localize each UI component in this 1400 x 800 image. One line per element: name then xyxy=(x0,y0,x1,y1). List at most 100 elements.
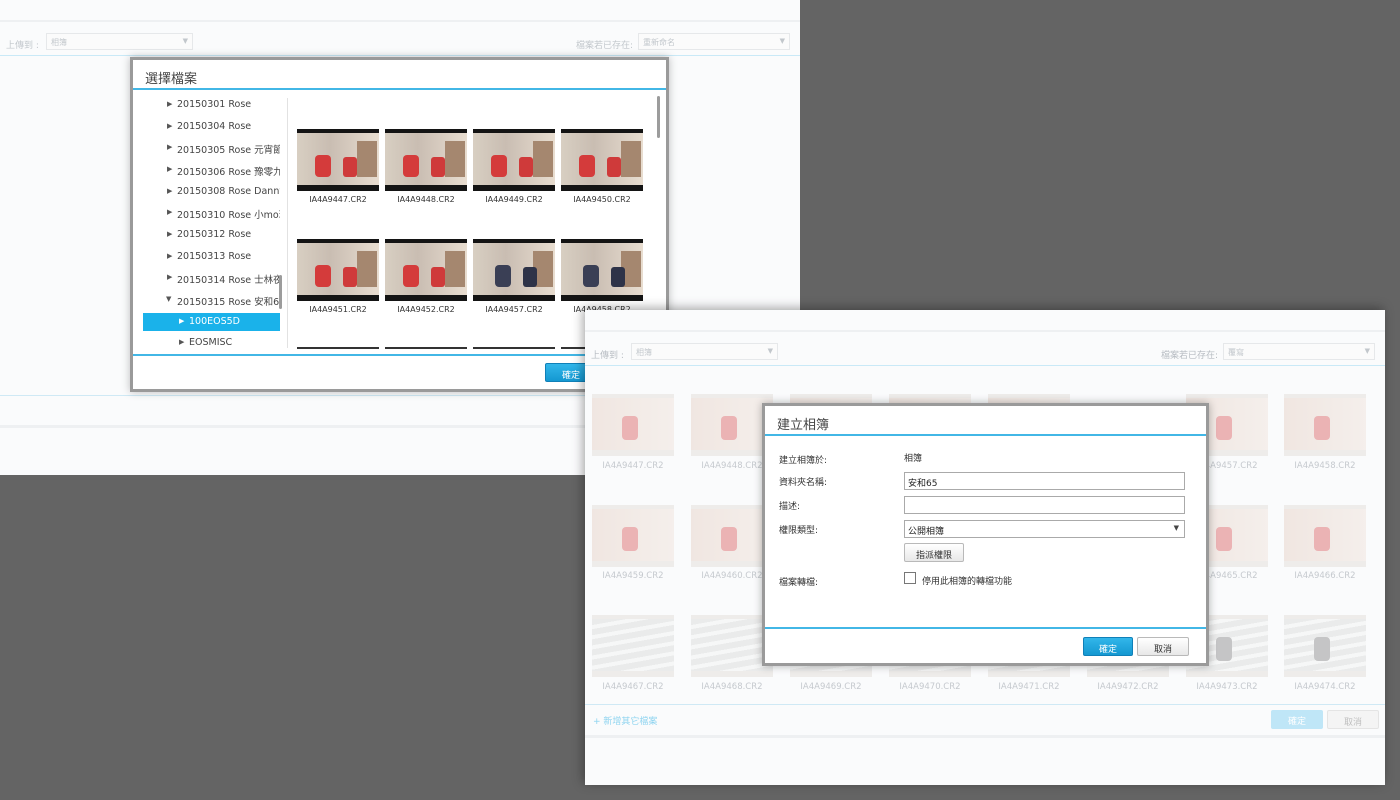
upload-options-row: 上傳到 : 相簿 ▼ 檔案若已存在: 覆寫 ▼ xyxy=(585,340,1385,366)
file-thumbnail[interactable] xyxy=(592,615,674,677)
chevron-down-icon: ▼ xyxy=(779,37,785,45)
folder-item[interactable]: ▶ 20150312 Rose xyxy=(137,226,280,244)
upload-to-select[interactable]: 相簿 ▼ xyxy=(631,343,778,360)
file-thumbnail[interactable] xyxy=(385,239,467,301)
file-thumbnail[interactable] xyxy=(592,394,674,456)
assign-permission-button[interactable]: 指派權限 xyxy=(904,543,964,562)
file-name: IA4A9469.CR2 xyxy=(800,682,862,692)
permission-type-select[interactable]: 公開相簿 ▼ xyxy=(904,520,1185,538)
folder-label: 100EOS5D xyxy=(189,316,241,327)
file-thumbnail-partial[interactable] xyxy=(297,347,379,349)
folder-label: 20150301 Rose xyxy=(177,99,252,110)
description-label: 描述: xyxy=(779,502,801,512)
add-other-files-link[interactable]: + 新增其它檔案 xyxy=(593,714,657,727)
cancel-button[interactable]: 取消 xyxy=(1137,637,1189,656)
divider xyxy=(287,98,288,348)
upload-to-label: 上傳到 : xyxy=(591,351,624,361)
file-thumbnail[interactable] xyxy=(592,505,674,567)
file-thumbnail-partial[interactable] xyxy=(473,347,555,349)
file-name: IA4A9468.CR2 xyxy=(701,682,763,692)
file-thumbnail[interactable] xyxy=(385,129,467,191)
upload-to-select[interactable]: 相簿 ▼ xyxy=(46,33,193,50)
file-name: IA4A9470.CR2 xyxy=(899,682,961,692)
file-name: IA4A9448.CR2 xyxy=(397,195,455,204)
caret-right-icon[interactable]: ▶ xyxy=(167,187,172,195)
ok-button[interactable]: 確定 xyxy=(1271,710,1323,729)
file-thumbnail[interactable] xyxy=(473,129,555,191)
folder-item-expanded[interactable]: ▼ 20150315 Rose 安和65 xyxy=(137,291,280,309)
folder-label: 20150310 Rose 小mo玩 xyxy=(177,210,280,221)
folder-label: 20150305 Rose 元宵節 xyxy=(177,145,280,156)
file-thumbnail[interactable] xyxy=(691,394,773,456)
file-thumbnail[interactable] xyxy=(561,129,643,191)
file-thumbnail-partial[interactable] xyxy=(385,347,467,349)
caret-right-icon[interactable]: ▶ xyxy=(167,252,172,260)
if-exists-select[interactable]: 重新命名 ▼ xyxy=(638,33,790,50)
caret-right-icon[interactable]: ▶ xyxy=(167,143,172,151)
ok-button[interactable]: 確定 xyxy=(1083,637,1133,656)
caret-down-icon[interactable]: ▼ xyxy=(166,295,171,303)
file-name: IA4A9472.CR2 xyxy=(1097,682,1159,692)
folder-item[interactable]: ▶ 20150313 Rose xyxy=(137,248,280,266)
file-thumbnail[interactable] xyxy=(561,239,643,301)
file-thumbnail[interactable] xyxy=(1284,505,1366,567)
folder-item[interactable]: ▶ 20150305 Rose 元宵節 xyxy=(137,139,280,157)
caret-right-icon[interactable]: ▶ xyxy=(179,317,184,325)
dialog-title: 建立相簿 xyxy=(765,406,1206,436)
file-name: IA4A9471.CR2 xyxy=(998,682,1060,692)
if-exists-value: 覆寫 xyxy=(1228,348,1244,357)
folder-item[interactable]: ▶ 20150304 Rose xyxy=(137,118,280,136)
folder-item-selected[interactable]: ▶ 100EOS5D xyxy=(143,313,280,331)
caret-right-icon[interactable]: ▶ xyxy=(167,208,172,216)
folder-item[interactable]: ▶ 20150310 Rose 小mo玩 xyxy=(137,204,280,222)
folder-item[interactable]: ▶ 20150306 Rose 豫零九 xyxy=(137,161,280,179)
if-exists-select[interactable]: 覆寫 ▼ xyxy=(1223,343,1375,360)
chevron-down-icon: ▼ xyxy=(1173,524,1179,532)
permission-type-label: 權限類型: xyxy=(779,526,819,536)
folder-name-label: 資料夾名稱: xyxy=(779,478,828,488)
folder-label: 20150315 Rose 安和65 xyxy=(177,297,280,308)
grid-scrollbar[interactable] xyxy=(657,96,660,138)
description-input[interactable] xyxy=(904,496,1185,514)
caret-right-icon[interactable]: ▶ xyxy=(167,122,172,130)
upload-to-label: 上傳到 : xyxy=(6,41,39,51)
file-name: IA4A9474.CR2 xyxy=(1294,682,1356,692)
file-conversion-label: 檔案轉檔: xyxy=(779,578,819,588)
create-in-label: 建立相簿於: xyxy=(779,456,828,466)
caret-right-icon[interactable]: ▶ xyxy=(167,165,172,173)
folder-item[interactable]: ▶ EOSMISC xyxy=(137,334,280,351)
file-thumbnail[interactable] xyxy=(1284,615,1366,677)
permission-type-value: 公開相簿 xyxy=(908,527,945,537)
folder-item[interactable]: ▶ 20150314 Rose 士林夜 xyxy=(137,269,280,287)
caret-right-icon[interactable]: ▶ xyxy=(167,100,172,108)
file-thumbnail[interactable] xyxy=(473,239,555,301)
caret-right-icon[interactable]: ▶ xyxy=(167,230,172,238)
file-name: IA4A9459.CR2 xyxy=(602,571,664,581)
folder-label: 20150313 Rose xyxy=(177,251,252,262)
file-thumbnail[interactable] xyxy=(691,505,773,567)
folder-name-input[interactable]: 安和65 xyxy=(904,472,1185,490)
file-name: IA4A9451.CR2 xyxy=(309,305,367,314)
folder-item[interactable]: ▶ 20150301 Rose xyxy=(137,96,280,114)
file-name: IA4A9460.CR2 xyxy=(701,571,763,581)
caret-right-icon[interactable]: ▶ xyxy=(179,338,184,346)
tree-scrollbar[interactable] xyxy=(279,275,282,309)
divider xyxy=(585,704,1385,705)
cancel-button[interactable]: 取消 xyxy=(1327,710,1379,729)
file-thumbnail[interactable] xyxy=(297,239,379,301)
folder-label: EOSMISC xyxy=(189,337,233,348)
file-thumbnail[interactable] xyxy=(691,615,773,677)
file-thumbnail[interactable] xyxy=(1284,394,1366,456)
folder-label: 20150312 Rose xyxy=(177,229,252,240)
if-exists-label: 檔案若已存在: xyxy=(576,41,634,51)
folder-label: 20150314 Rose 士林夜 xyxy=(177,275,280,286)
disable-conversion-checkbox[interactable] xyxy=(904,572,916,584)
folder-item[interactable]: ▶ 20150308 Rose Danny xyxy=(137,183,280,201)
chevron-down-icon: ▼ xyxy=(767,347,773,355)
disable-conversion-label[interactable]: 停用此相簿的轉檔功能 xyxy=(922,574,1012,587)
file-name: IA4A9466.CR2 xyxy=(1294,571,1356,581)
file-name: IA4A9473.CR2 xyxy=(1196,682,1258,692)
file-thumbnail[interactable] xyxy=(297,129,379,191)
file-name: IA4A9450.CR2 xyxy=(573,195,631,204)
caret-right-icon[interactable]: ▶ xyxy=(167,273,172,281)
